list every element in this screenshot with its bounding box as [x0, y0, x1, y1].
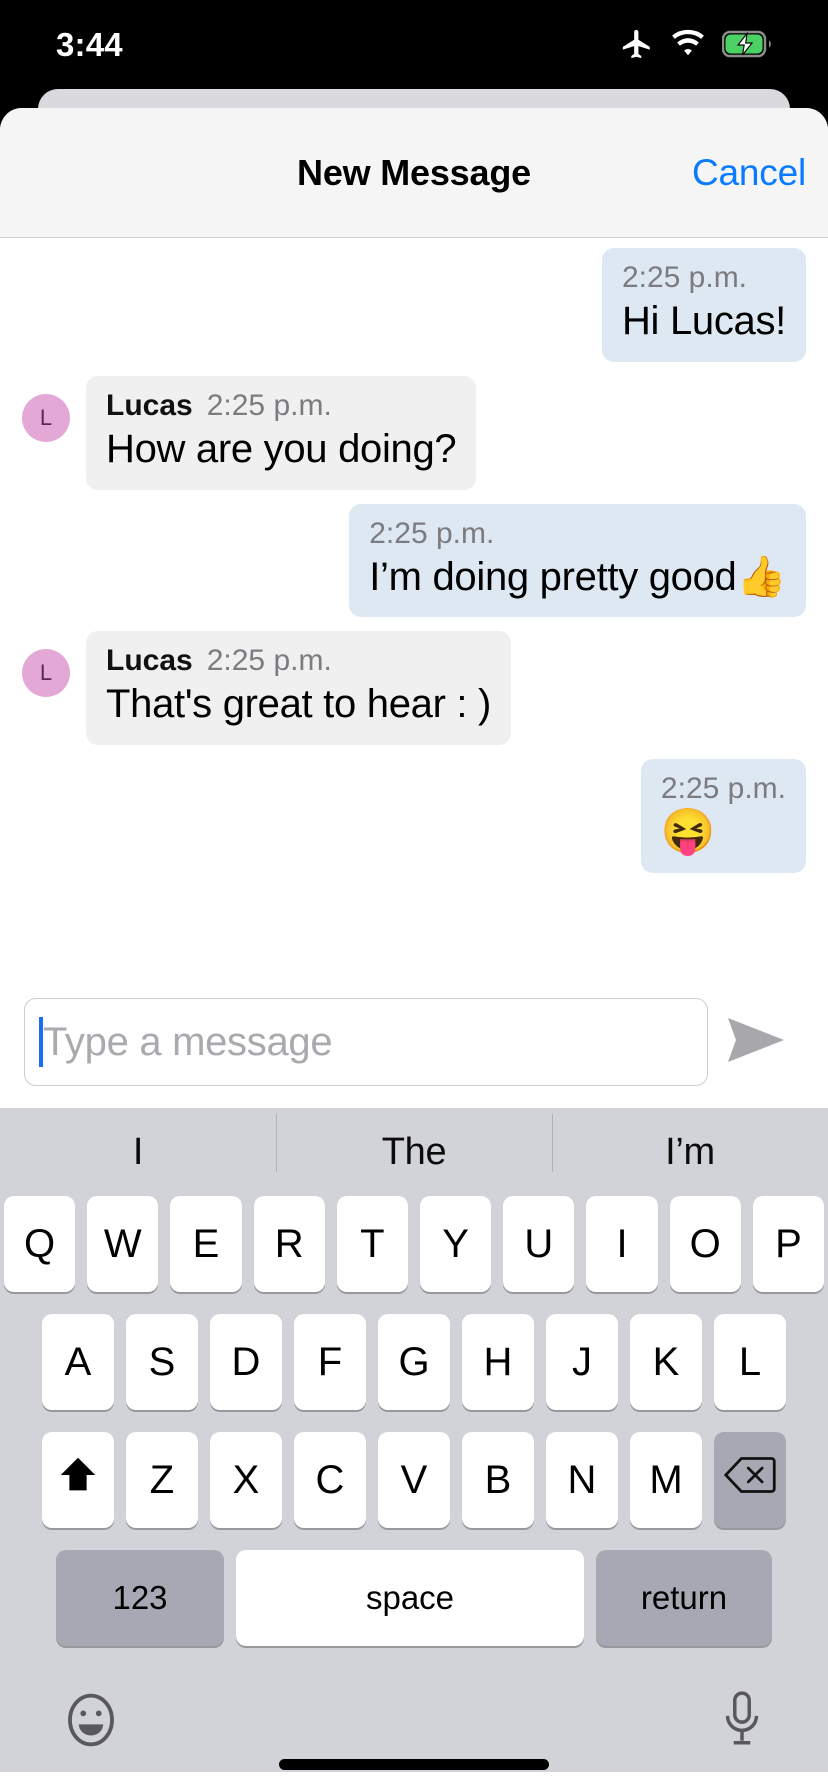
message-time: 2:25 p.m. — [206, 644, 332, 678]
key-y[interactable]: Y — [420, 1196, 492, 1292]
message-meta: 2:25 p.m. — [661, 772, 786, 806]
key-f[interactable]: F — [294, 1314, 366, 1410]
message-meta: Lucas 2:25 p.m. — [106, 644, 491, 678]
key-h[interactable]: H — [462, 1314, 534, 1410]
key-v[interactable]: V — [378, 1432, 450, 1528]
message-time: 2:25 p.m. — [369, 516, 495, 550]
suggestion-bar: I The I’m — [0, 1108, 828, 1196]
message-row: 2:25 p.m. I’m doing pretty good👍 — [0, 503, 828, 618]
shift-key[interactable] — [42, 1432, 114, 1528]
message-row: L Lucas 2:25 p.m. How are you doing? — [0, 375, 828, 490]
key-k[interactable]: K — [630, 1314, 702, 1410]
space-key[interactable]: space — [236, 1550, 584, 1646]
key-i[interactable]: I — [586, 1196, 658, 1292]
message-time: 2:25 p.m. — [621, 261, 748, 294]
key-d[interactable]: D — [210, 1314, 282, 1410]
key-o[interactable]: O — [669, 1196, 741, 1292]
key-g[interactable]: G — [378, 1314, 450, 1410]
message-composer: Type a message — [0, 978, 828, 1108]
message-bubble-sent[interactable]: 2:25 p.m. 😝 — [640, 759, 806, 873]
sheet-header: New Message Cancel — [0, 108, 828, 238]
suggestion-item[interactable]: The — [276, 1113, 552, 1174]
home-indicator — [279, 1759, 549, 1770]
page-title: New Message — [297, 151, 531, 193]
suggestion-item[interactable]: I’m — [552, 1113, 828, 1174]
key-z[interactable]: Z — [126, 1432, 198, 1528]
cancel-button[interactable]: Cancel — [692, 152, 806, 194]
airplane-icon — [620, 27, 654, 61]
key-l[interactable]: L — [714, 1314, 786, 1410]
on-screen-keyboard: I The I’m Q W E R T Y U I O P A S D F G … — [0, 1108, 828, 1772]
message-row: 2:25 p.m. 😝 — [0, 759, 828, 873]
key-r[interactable]: R — [253, 1196, 325, 1292]
message-sender: Lucas — [106, 388, 193, 422]
message-text: 😝 — [660, 807, 716, 857]
message-row: 2:25 p.m. Hi Lucas! — [0, 248, 828, 362]
message-text: How are you doing? — [106, 426, 457, 471]
message-meta: 2:25 p.m. — [622, 261, 786, 295]
message-text: That's great to hear : ) — [106, 682, 492, 727]
conversation-list[interactable]: 2:25 p.m. Hi Lucas! L Lucas 2:25 p.m. Ho… — [0, 238, 828, 978]
emoji-smiley-icon — [60, 1689, 122, 1756]
key-w[interactable]: W — [87, 1196, 159, 1292]
avatar: L — [22, 649, 70, 698]
status-bar: 3:44 — [0, 0, 828, 88]
message-bubble-sent[interactable]: 2:25 p.m. Hi Lucas! — [601, 248, 806, 362]
new-message-sheet: New Message Cancel 2:25 p.m. Hi Lucas! L — [0, 108, 828, 1792]
key-b[interactable]: B — [462, 1432, 534, 1528]
message-time: 2:25 p.m. — [660, 772, 786, 806]
key-x[interactable]: X — [210, 1432, 282, 1528]
message-input[interactable]: Type a message — [24, 998, 708, 1086]
message-text: Hi Lucas! — [621, 299, 786, 343]
key-m[interactable]: M — [630, 1432, 702, 1528]
keyboard-row-4: 123 space return — [0, 1550, 828, 1646]
send-button[interactable] — [708, 998, 804, 1086]
status-time: 3:44 — [56, 25, 123, 63]
wifi-icon — [670, 29, 706, 59]
key-n[interactable]: N — [546, 1432, 618, 1528]
microphone-icon — [716, 1689, 768, 1756]
keyboard-row-2: A S D F G H J K L — [0, 1314, 828, 1410]
keyboard-row-1: Q W E R T Y U I O P — [0, 1196, 828, 1292]
key-t[interactable]: T — [336, 1196, 408, 1292]
key-a[interactable]: A — [42, 1314, 114, 1410]
phone-screen: 3:44 New Message Cancel 2:25 p.m. Hi Luc… — [0, 0, 828, 1792]
message-meta: Lucas 2:25 p.m. — [106, 389, 456, 423]
message-bubble-received[interactable]: Lucas 2:25 p.m. How are you doing? — [86, 375, 477, 490]
key-s[interactable]: S — [126, 1314, 198, 1410]
message-text: I’m doing pretty good👍 — [369, 554, 786, 599]
suggestion-item[interactable]: I — [0, 1131, 276, 1174]
message-bubble-sent[interactable]: 2:25 p.m. I’m doing pretty good👍 — [349, 503, 806, 618]
avatar: L — [22, 393, 70, 442]
message-meta: 2:25 p.m. — [369, 517, 786, 551]
emoji-key[interactable] — [60, 1689, 122, 1756]
keyboard-row-3: Z X C V B N M — [0, 1432, 828, 1528]
status-icons — [620, 27, 774, 61]
key-u[interactable]: U — [503, 1196, 575, 1292]
keyboard-bottom-bar — [0, 1662, 828, 1772]
key-q[interactable]: Q — [3, 1196, 76, 1292]
backspace-key[interactable] — [714, 1432, 786, 1528]
send-arrow-icon — [724, 1012, 788, 1073]
key-e[interactable]: E — [170, 1196, 242, 1292]
backspace-icon — [723, 1455, 776, 1505]
dictation-key[interactable] — [716, 1689, 768, 1756]
shift-up-arrow-icon — [55, 1452, 101, 1508]
message-time: 2:25 p.m. — [206, 388, 332, 422]
battery-charging-icon — [722, 30, 774, 58]
key-j[interactable]: J — [546, 1314, 618, 1410]
key-c[interactable]: C — [294, 1432, 366, 1528]
message-row: L Lucas 2:25 p.m. That's great to hear :… — [0, 631, 828, 746]
numbers-key[interactable]: 123 — [56, 1550, 224, 1646]
return-key[interactable]: return — [596, 1550, 772, 1646]
message-input-placeholder: Type a message — [43, 1019, 333, 1064]
message-sender: Lucas — [106, 644, 193, 678]
key-p[interactable]: P — [752, 1196, 825, 1292]
message-bubble-received[interactable]: Lucas 2:25 p.m. That's great to hear : ) — [86, 631, 512, 746]
